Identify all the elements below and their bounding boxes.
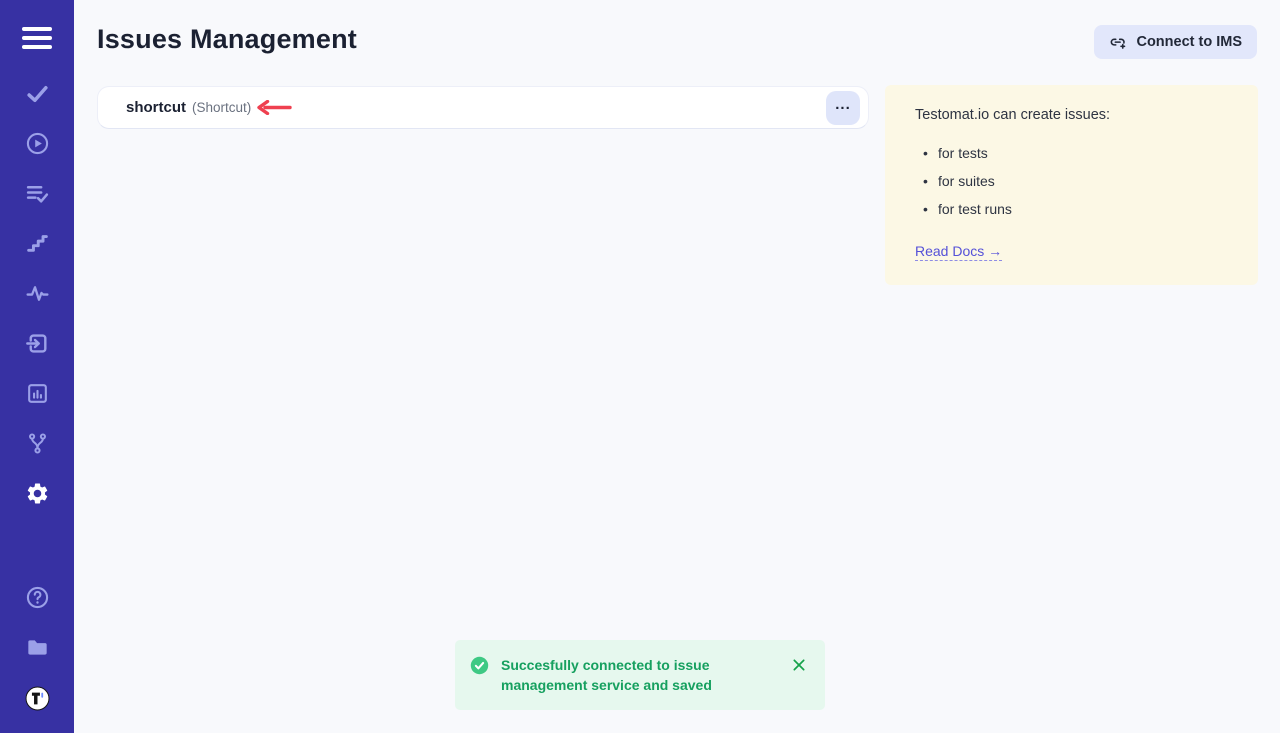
issue-type: (Shortcut)	[192, 100, 251, 115]
sidebar-item-reports[interactable]	[17, 376, 57, 416]
success-check-icon	[470, 656, 489, 680]
close-icon	[791, 657, 807, 673]
branch-icon	[25, 431, 50, 461]
info-box-title: Testomat.io can create issues:	[915, 107, 1228, 123]
annotation-arrow-icon	[255, 100, 293, 115]
sidebar-item-settings[interactable]	[17, 476, 57, 516]
sidebar-item-logo[interactable]	[17, 681, 57, 721]
issue-row-menu-button[interactable]: ...	[826, 91, 860, 125]
stairs-icon	[25, 231, 50, 261]
main-content: Issues Management Connect to IMS shortcu…	[74, 0, 1280, 733]
issue-name: shortcut	[126, 99, 186, 116]
check-icon	[25, 81, 50, 111]
pulse-icon	[25, 281, 50, 311]
sidebar-item-branches[interactable]	[17, 426, 57, 466]
toast-close-button[interactable]	[789, 655, 809, 675]
hamburger-menu-icon[interactable]	[22, 25, 52, 51]
play-circle-icon	[25, 131, 50, 161]
connect-to-ims-button[interactable]: Connect to IMS	[1094, 25, 1257, 59]
read-docs-link[interactable]: Read Docs →	[915, 243, 1002, 261]
folder-icon	[25, 635, 50, 665]
issue-row[interactable]: shortcut (Shortcut) ...	[97, 86, 869, 129]
connect-button-label: Connect to IMS	[1136, 34, 1242, 50]
sidebar-item-steps[interactable]	[17, 226, 57, 266]
info-box-list-item: for test runs	[923, 201, 1228, 217]
sidebar-item-test-plans[interactable]	[17, 176, 57, 216]
bar-chart-icon	[25, 381, 50, 411]
sidebar-item-runs[interactable]	[17, 126, 57, 166]
help-circle-icon	[25, 585, 50, 615]
sidebar-item-help[interactable]	[17, 580, 57, 620]
list-check-icon	[25, 181, 50, 211]
info-box-list: for tests for suites for test runs	[923, 145, 1228, 217]
gear-icon	[25, 481, 50, 511]
success-toast: Succesfully connected to issue managemen…	[455, 640, 825, 710]
info-box-list-item: for tests	[923, 145, 1228, 161]
testomat-logo	[25, 686, 50, 716]
sidebar-item-analytics[interactable]	[17, 276, 57, 316]
sidebar	[0, 0, 74, 733]
toast-message: Succesfully connected to issue managemen…	[501, 655, 779, 695]
link-plus-icon	[1109, 33, 1128, 52]
info-box: Testomat.io can create issues: for tests…	[885, 85, 1258, 285]
sidebar-item-import[interactable]	[17, 326, 57, 366]
sidebar-item-tests[interactable]	[17, 76, 57, 116]
sidebar-item-projects[interactable]	[17, 630, 57, 670]
import-icon	[25, 331, 50, 361]
page-title: Issues Management	[97, 24, 357, 55]
info-box-list-item: for suites	[923, 173, 1228, 189]
